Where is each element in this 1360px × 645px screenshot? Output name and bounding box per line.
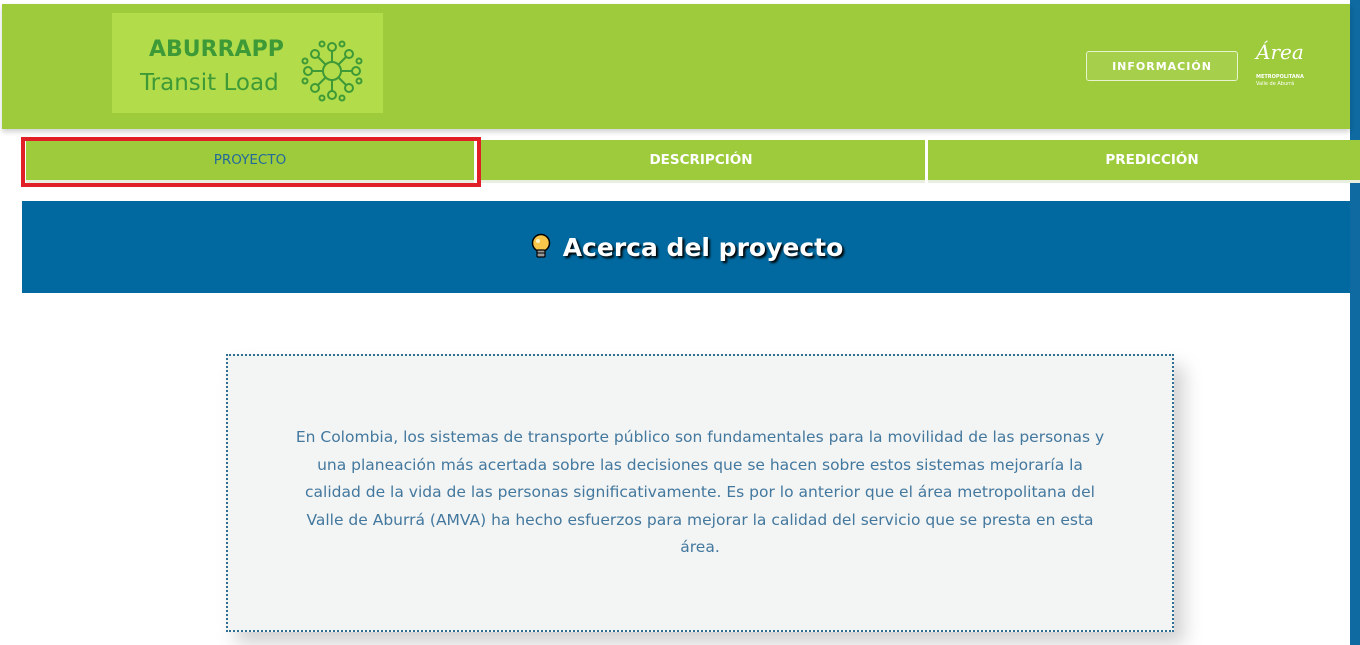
project-description-text: En Colombia, los sistemas de transporte … — [295, 428, 1105, 557]
site-header: ABURRAPP Transit Load INFORMACIÓN Área M… — [2, 4, 1350, 129]
tab-prediccion[interactable]: PREDICCIÓN — [928, 140, 1360, 183]
page-edge-bar — [1350, 0, 1360, 645]
section-title: Acerca del proyecto — [562, 232, 844, 262]
project-description-card: En Colombia, los sistemas de transporte … — [226, 354, 1174, 632]
logo-title: ABURRAPP — [149, 37, 284, 62]
area-logo-script: Área — [1256, 40, 1304, 64]
logo-subtitle: Transit Load — [140, 70, 279, 96]
info-button[interactable]: INFORMACIÓN — [1086, 51, 1238, 81]
network-icon — [301, 40, 363, 102]
area-logo-line1: METROPOLITANA — [1256, 74, 1304, 80]
tab-proyecto[interactable]: PROYECTO — [26, 140, 474, 183]
section-banner: Acerca del proyecto — [22, 201, 1350, 293]
app-logo[interactable]: ABURRAPP Transit Load — [112, 13, 383, 113]
lightbulb-icon — [531, 233, 550, 258]
area-logo-line2: Valle de Aburrá — [1256, 81, 1295, 87]
area-metropolitana-logo[interactable]: Área METROPOLITANA Valle de Aburrá — [1246, 40, 1306, 92]
tab-descripcion[interactable]: DESCRIPCIÓN — [477, 140, 925, 183]
tab-bar: PROYECTO DESCRIPCIÓN PREDICCIÓN — [26, 140, 1360, 183]
